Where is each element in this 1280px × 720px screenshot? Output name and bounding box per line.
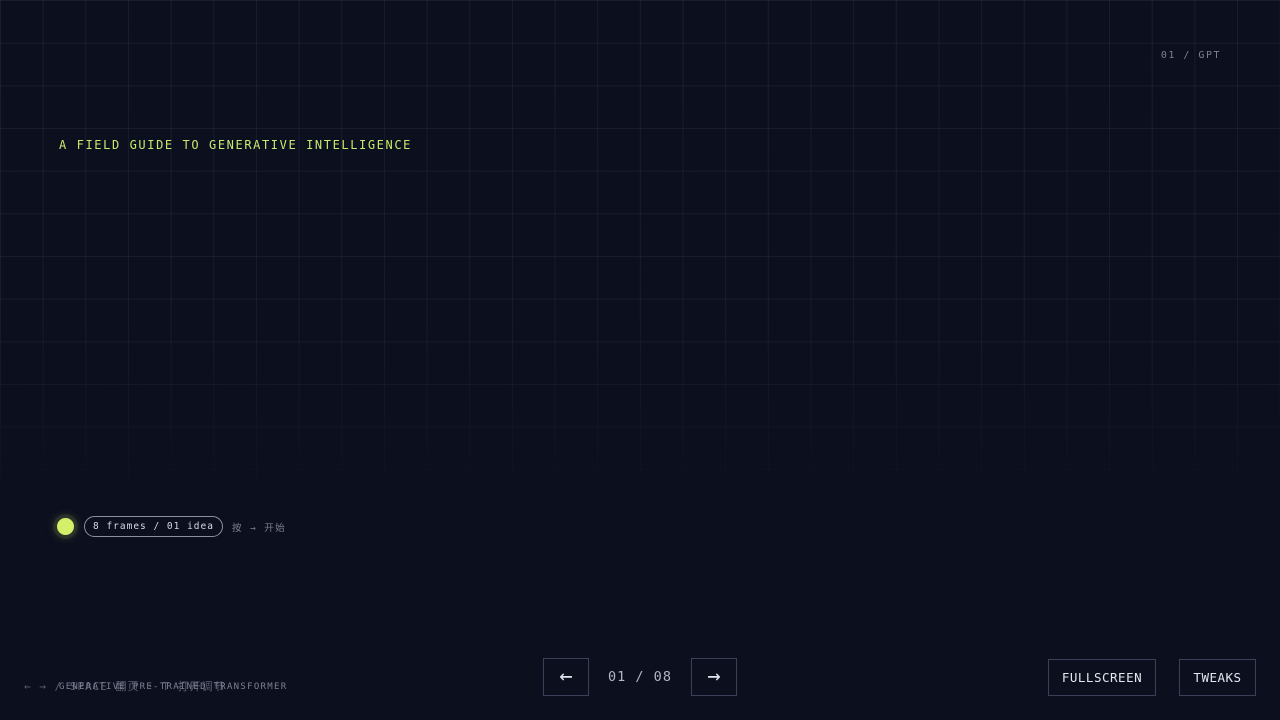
frames-badge: 8 frames / 01 idea bbox=[84, 516, 223, 537]
start-hint: 按 → 开始 bbox=[231, 522, 287, 534]
slide-counter: 01 / 08 bbox=[608, 669, 672, 685]
status-row: 8 frames / 01 idea 按 → 开始 bbox=[57, 515, 286, 538]
footer-caption: GENERATIVE PRE-TRAINED TRANSFORMER bbox=[59, 682, 288, 692]
arrow-right-icon: → bbox=[707, 664, 721, 689]
slide-label: 01 / GPT bbox=[1160, 50, 1221, 61]
kicker-title: A FIELD GUIDE TO GENERATIVE INTELLIGENCE bbox=[59, 138, 412, 152]
prev-slide-button[interactable]: ← bbox=[543, 658, 589, 696]
tweaks-button[interactable]: TWEAKS bbox=[1179, 659, 1256, 696]
fullscreen-button[interactable]: FULLSCREEN bbox=[1048, 659, 1156, 696]
arrow-left-icon: ← bbox=[559, 664, 573, 689]
status-dot-icon bbox=[57, 518, 74, 535]
next-slide-button[interactable]: → bbox=[691, 658, 737, 696]
background-grid bbox=[0, 0, 1280, 720]
